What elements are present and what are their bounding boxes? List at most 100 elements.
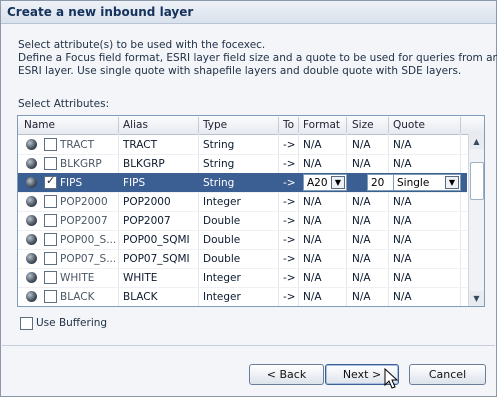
mouse-pointer-icon <box>384 368 399 389</box>
format-select[interactable]: A20 ▼ <box>303 174 347 191</box>
field-status-icon <box>26 215 37 226</box>
back-button[interactable]: < Back <box>249 364 324 385</box>
name-cell: WHITE <box>60 272 95 284</box>
column-header-size[interactable]: Size <box>352 119 374 131</box>
format-cell: N/A <box>303 234 322 246</box>
type-cell: Integer <box>203 272 241 284</box>
field-status-icon <box>26 253 37 264</box>
size-value: 20 <box>371 177 385 189</box>
name-cell: FIPS <box>60 177 83 189</box>
table-header: Name Alias Type To Format Size Quote <box>18 116 484 135</box>
format-cell: N/A <box>303 253 322 265</box>
alias-cell: FIPS <box>123 177 146 189</box>
table-row[interactable]: TRACT TRACT String -> N/A N/A N/A <box>18 135 467 155</box>
quote-cell: N/A <box>393 272 412 284</box>
quote-cell: N/A <box>393 234 412 246</box>
name-cell: POP2000 <box>60 196 108 208</box>
column-header-name[interactable]: Name <box>24 119 55 131</box>
size-cell: N/A <box>352 272 371 284</box>
to-cell: -> <box>283 177 296 189</box>
name-cell: TRACT <box>60 139 95 151</box>
instructions: Select attribute(s) to be used with the … <box>18 39 497 78</box>
table-row[interactable]: POP00_S... POP00_SQMI Double -> N/A N/A … <box>18 230 467 250</box>
field-status-icon <box>26 158 37 169</box>
attributes-table[interactable]: Name Alias Type To Format Size Quote TRA… <box>17 115 485 307</box>
button-divider <box>2 345 495 346</box>
quote-cell: N/A <box>393 196 412 208</box>
size-cell: N/A <box>352 215 371 227</box>
type-cell: Double <box>203 215 241 227</box>
row-checkbox[interactable] <box>44 157 57 170</box>
instruction-line: ESRI layer. Use single quote with shapef… <box>18 65 462 77</box>
column-header-type[interactable]: Type <box>203 119 227 131</box>
column-header-alias[interactable]: Alias <box>123 119 148 131</box>
alias-cell: POP00_SQMI <box>123 234 190 246</box>
format-value: A20 <box>307 177 328 189</box>
table-row[interactable]: POP07_S... POP07_SQMI Double -> N/A N/A … <box>18 249 467 269</box>
chevron-down-icon[interactable]: ▼ <box>445 176 459 189</box>
scrollbar-thumb[interactable] <box>470 162 484 200</box>
to-cell: -> <box>283 139 296 151</box>
to-cell: -> <box>283 253 296 265</box>
alias-cell: BLACK <box>123 291 158 303</box>
type-cell: Integer <box>203 291 241 303</box>
field-status-icon <box>26 196 37 207</box>
format-cell: N/A <box>303 215 322 227</box>
format-cell: N/A <box>303 196 322 208</box>
table-row[interactable]: WHITE WHITE Integer -> N/A N/A N/A <box>18 268 467 288</box>
table-row[interactable]: POP2007 POP2007 Double -> N/A N/A N/A <box>18 211 467 231</box>
type-cell: String <box>203 158 235 170</box>
type-cell: String <box>203 177 235 189</box>
table-row-selected[interactable]: ✓ FIPS FIPS String -> A20 ▼ 20 Single ▼ <box>18 173 467 193</box>
alias-cell: POP07_SQMI <box>123 253 190 265</box>
dialog-title: Create a new inbound layer <box>7 5 194 19</box>
table-row[interactable]: BLACK BLACK Integer -> N/A N/A N/A <box>18 287 467 306</box>
field-status-icon <box>26 139 37 150</box>
quote-cell: N/A <box>393 215 412 227</box>
table-row[interactable]: BLKGRP BLKGRP String -> N/A N/A N/A <box>18 154 467 174</box>
to-cell: -> <box>283 196 296 208</box>
name-cell: BLACK <box>60 291 95 303</box>
chevron-down-icon[interactable]: ▼ <box>331 176 345 189</box>
to-cell: -> <box>283 291 296 303</box>
alias-cell: BLKGRP <box>123 158 165 170</box>
use-buffering-label: Use Buffering <box>36 317 108 329</box>
name-cell: POP07_S... <box>60 253 115 265</box>
type-cell: Double <box>203 234 241 246</box>
size-cell: N/A <box>352 196 371 208</box>
vertical-scrollbar[interactable]: ▲ ▼ <box>468 134 484 306</box>
alias-cell: TRACT <box>123 139 158 151</box>
format-cell: N/A <box>303 158 322 170</box>
use-buffering-checkbox[interactable] <box>20 317 33 330</box>
field-status-icon <box>26 291 37 302</box>
scroll-down-icon[interactable]: ▼ <box>469 291 484 306</box>
format-cell: N/A <box>303 139 322 151</box>
type-cell: Double <box>203 253 241 265</box>
cancel-button[interactable]: Cancel <box>409 364 486 385</box>
type-cell: String <box>203 139 235 151</box>
size-cell: N/A <box>352 253 371 265</box>
table-row[interactable]: POP2000 POP2000 Integer -> N/A N/A N/A <box>18 192 467 212</box>
scroll-up-icon[interactable]: ▲ <box>469 134 484 149</box>
field-status-icon <box>26 234 37 245</box>
row-checkbox[interactable] <box>44 252 57 265</box>
row-checkbox[interactable] <box>44 138 57 151</box>
quote-cell: N/A <box>393 139 412 151</box>
column-header-to[interactable]: To <box>283 119 294 131</box>
column-header-format[interactable]: Format <box>303 119 340 131</box>
quote-value: Single <box>397 177 430 189</box>
to-cell: -> <box>283 234 296 246</box>
column-header-quote[interactable]: Quote <box>393 119 425 131</box>
row-checkbox[interactable] <box>44 214 57 227</box>
row-checkbox[interactable] <box>44 195 57 208</box>
row-checkbox[interactable] <box>44 271 57 284</box>
row-checkbox[interactable] <box>44 233 57 246</box>
alias-cell: WHITE <box>123 272 158 284</box>
type-cell: Integer <box>203 196 241 208</box>
field-status-icon <box>26 272 37 283</box>
row-checkbox[interactable] <box>44 290 57 303</box>
quote-select[interactable]: Single ▼ <box>393 174 461 191</box>
instruction-line: Select attribute(s) to be used with the … <box>18 39 266 51</box>
inbound-layer-dialog: Create a new inbound layer Select attrib… <box>0 0 497 397</box>
row-checkbox[interactable]: ✓ <box>44 174 57 189</box>
